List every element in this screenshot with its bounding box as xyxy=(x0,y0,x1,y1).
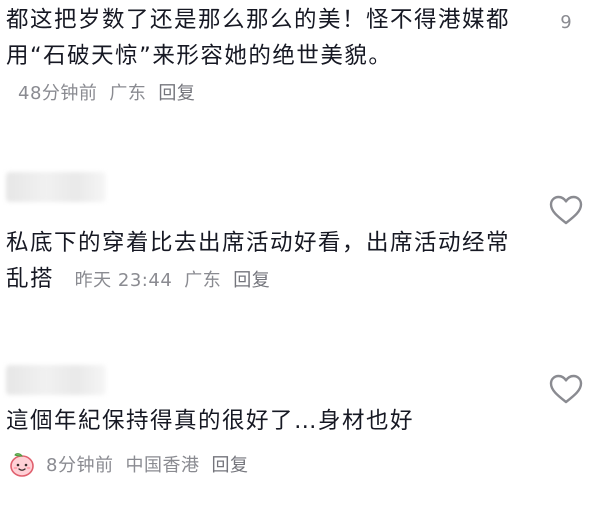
reply-button[interactable]: 回复 xyxy=(211,451,248,477)
comment-meta: 48分钟前 广东 回复 xyxy=(6,83,195,104)
comment-meta: 昨天 23:44 广东 回复 xyxy=(63,270,271,291)
heart-outline-icon xyxy=(549,195,583,225)
comment-item: 這個年紀保持得真的很好了…身材也好 8分钟前 中国香港 回复 xyxy=(0,345,600,507)
username-blurred[interactable] xyxy=(6,365,106,395)
comment-text: 這個年紀保持得真的很好了…身材也好 xyxy=(6,408,415,434)
comment-meta: 8分钟前 中国香港 回复 xyxy=(8,450,248,478)
comment-list: 都这把岁数了还是那么那么的美！怪不得港媒都用“石破天惊”来形容她的绝世美貌。 4… xyxy=(0,0,600,507)
peach-emoji-icon xyxy=(10,453,34,477)
comment-body: 這個年紀保持得真的很好了…身材也好 xyxy=(6,403,526,439)
reply-button[interactable]: 回复 xyxy=(233,270,270,291)
comment-time: 48分钟前 xyxy=(18,83,98,104)
comment-item: 都这把岁数了还是那么那么的美！怪不得港媒都用“石破天惊”来形容她的绝世美貌。 4… xyxy=(0,0,600,135)
comment-time: 8分钟前 xyxy=(46,455,114,476)
like-button[interactable] xyxy=(546,373,586,405)
reply-button[interactable]: 回复 xyxy=(158,83,195,104)
comment-body: 私底下的穿着比去出席活动好看，出席活动经常乱搭 昨天 23:44 广东 回复 xyxy=(6,225,526,299)
comment-time: 昨天 23:44 xyxy=(74,270,173,291)
heart-outline-icon xyxy=(549,374,583,404)
like-button[interactable] xyxy=(546,194,586,226)
comment-location: 广东 xyxy=(184,270,222,291)
username-blurred[interactable] xyxy=(6,172,106,202)
comment-body: 都这把岁数了还是那么那么的美！怪不得港媒都用“石破天惊”来形容她的绝世美貌。 4… xyxy=(6,2,526,112)
comment-location: 中国香港 xyxy=(125,455,200,476)
comment-text: 都这把岁数了还是那么那么的美！怪不得港媒都用“石破天惊”来形容她的绝世美貌。 xyxy=(6,7,511,69)
like-control[interactable]: 9 xyxy=(546,12,586,33)
like-count: 9 xyxy=(560,12,572,33)
comment-item: 私底下的穿着比去出席活动好看，出席活动经常乱搭 昨天 23:44 广东 回复 xyxy=(0,150,600,320)
comment-location: 广东 xyxy=(109,83,147,104)
